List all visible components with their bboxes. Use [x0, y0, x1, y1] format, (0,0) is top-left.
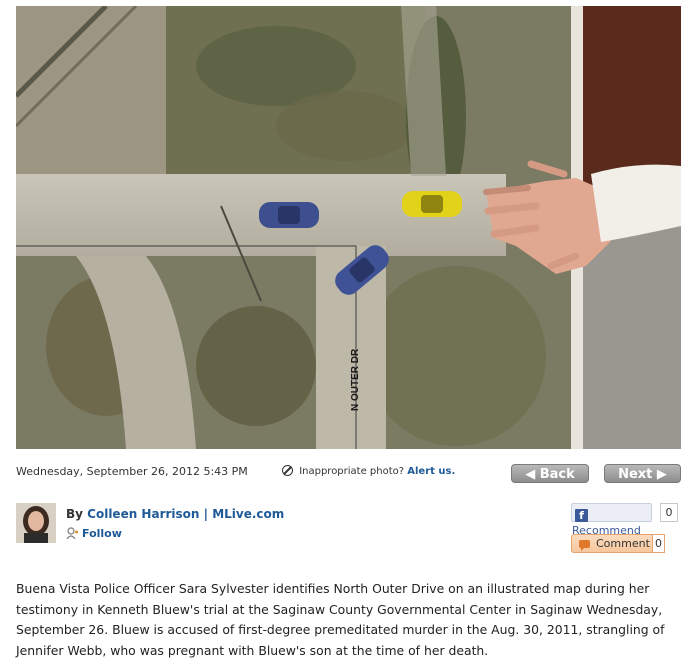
report-text: Inappropriate photo?	[299, 466, 405, 477]
blue-car-icon	[259, 202, 319, 228]
follow-label: Follow	[82, 527, 122, 540]
facebook-recommend-button[interactable]: fRecommend	[571, 503, 652, 537]
by-label: By	[66, 507, 83, 521]
back-button[interactable]: ◀ Back	[511, 464, 589, 483]
comment-button[interactable]: Comment	[571, 534, 661, 553]
photo-meta-bar: Wednesday, September 26, 2012 5:43 PM In…	[16, 462, 681, 484]
author-link[interactable]: Colleen Harrison | MLive.com	[87, 507, 284, 521]
comment-bubble-icon	[579, 540, 590, 551]
alert-us-link[interactable]: Alert us.	[407, 466, 455, 477]
follow-icon	[66, 527, 78, 539]
comment-count: 0	[652, 534, 665, 553]
comment-label: Comment	[596, 537, 650, 550]
ban-icon	[282, 465, 293, 476]
author-byline: By Colleen Harrison | MLive.com	[66, 507, 284, 521]
photo-date: Wednesday, September 26, 2012 5:43 PM	[16, 465, 248, 478]
report-photo: Inappropriate photo? Alert us.	[282, 465, 455, 477]
follow-button[interactable]: Follow	[66, 527, 122, 540]
photo-caption: Buena Vista Police Officer Sara Sylveste…	[16, 581, 665, 658]
byline: By Colleen Harrison | MLive.com Follow f…	[16, 503, 681, 563]
gallery-photo: N OUTER DR	[16, 6, 681, 449]
aerial-map-photo: N OUTER DR	[16, 6, 681, 449]
next-button[interactable]: Next ▶	[604, 464, 681, 483]
facebook-icon: f	[575, 509, 588, 522]
author-avatar[interactable]	[16, 503, 56, 543]
road-label: N OUTER DR	[350, 348, 361, 411]
recommend-count: 0	[660, 503, 678, 522]
yellow-car-icon	[402, 191, 462, 217]
